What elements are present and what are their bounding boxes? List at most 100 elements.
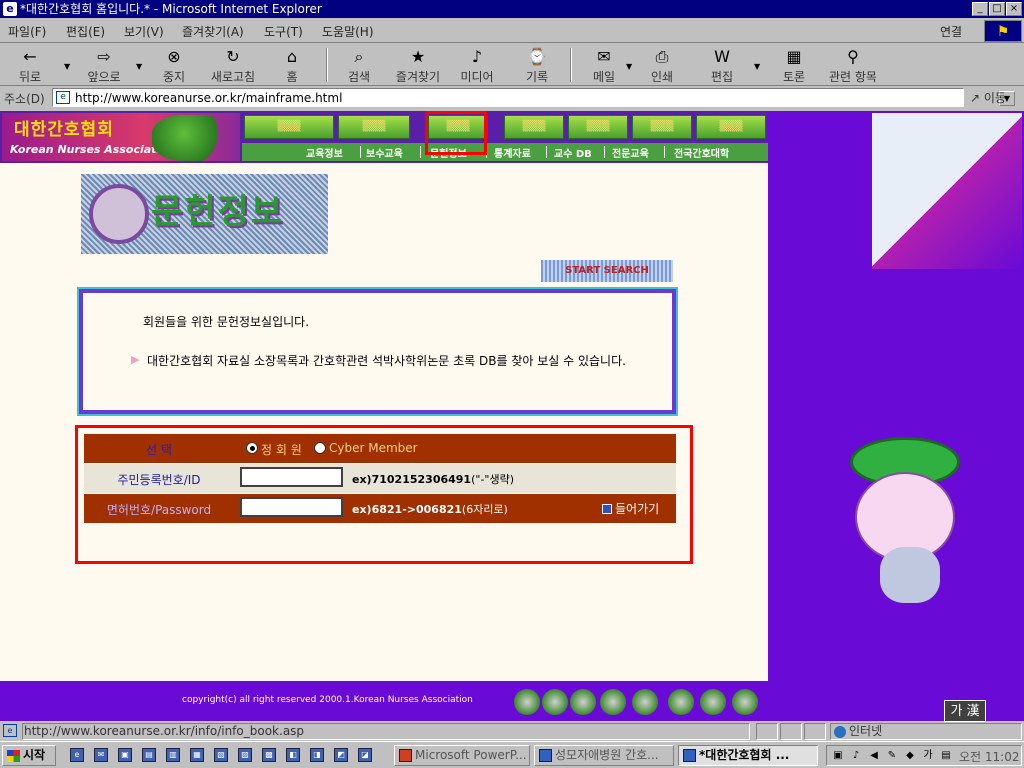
forward-button[interactable]: ⇨ 앞으로 [76,46,132,84]
quicklaunch-icon[interactable]: ◨ [310,748,324,762]
quicklaunch-icon[interactable]: ▨ [238,748,252,762]
id-input[interactable] [240,467,343,487]
display-icon[interactable]: ▤ [939,749,953,763]
edit-dropdown-icon[interactable]: ▼ [754,62,760,71]
start-button[interactable]: 시작 [2,745,56,766]
forward-arrow-icon: ⇨ [97,47,111,66]
quicklaunch-icon[interactable]: ▤ [142,748,156,762]
menu-tools[interactable]: 도구(T) [264,23,303,40]
quicklaunch-icon[interactable]: ▩ [262,748,276,762]
face-illustration-icon [89,184,149,244]
radio-cyber-member[interactable] [314,442,326,454]
password-input[interactable] [240,497,343,517]
mail-button[interactable]: ✉ 메일 [580,46,628,84]
mail-dropdown-icon[interactable]: ▼ [626,62,632,71]
subnav-statistics[interactable]: 통계자료 [494,145,531,160]
task-hospital[interactable]: 성모자애병원 간호... [534,745,674,766]
forward-dropdown-icon[interactable]: ▼ [136,62,142,71]
subnav-professor-db[interactable]: 교수 DB [554,145,592,160]
edit-button[interactable]: W 편집 [696,46,748,84]
subnav-continuing-ed[interactable]: 보수교육 [366,145,403,160]
quicklaunch-icon[interactable]: ▦ [190,748,204,762]
stop-button[interactable]: ⊗ 중지 [150,46,198,84]
footer-icon[interactable] [542,689,568,715]
nav-tab-2[interactable]: ▒▒▒ [338,115,410,139]
quicklaunch-icon[interactable]: ◩ [334,748,348,762]
menu-file[interactable]: 파일(F) [8,23,46,40]
footer-icon[interactable] [570,689,596,715]
quicklaunch-icon[interactable]: e [70,748,84,762]
footer-icon[interactable] [700,689,726,715]
quicklaunch-icon[interactable]: ◧ [286,748,300,762]
ime-tray-icon[interactable]: 가 [921,749,935,763]
history-button[interactable]: ⌚ 기록 [512,46,562,84]
task-powerpoint[interactable]: Microsoft PowerP... [394,745,530,766]
related-button[interactable]: ⚲ 관련 항목 [822,46,884,84]
refresh-button[interactable]: ↻ 새로고침 [204,46,262,84]
taskbar: 시작 e ✉ ▣ ▤ ▥ ▦ ▧ ▨ ▩ ◧ ◨ ◩ ◪ Microsoft P… [0,741,1024,768]
member-type-row: 선 택 정 회 원 Cyber Member [84,434,676,463]
mail-icon[interactable] [732,689,758,715]
close-button[interactable]: × [1006,2,1022,16]
back-dropdown-icon[interactable]: ▼ [64,62,70,71]
ie-icon: e [3,2,17,16]
menu-favorites[interactable]: 즐겨찾기(A) [182,23,244,40]
address-input[interactable]: e http://www.koreanurse.or.kr/mainframe.… [52,88,1015,107]
footer-icon[interactable] [668,689,694,715]
print-button[interactable]: ⎙ 인쇄 [638,46,686,84]
quicklaunch-icon[interactable]: ◪ [358,748,372,762]
discuss-icon: ▦ [786,47,802,66]
back-button[interactable]: ← 뒤로 [6,46,54,84]
nav-tab-4[interactable]: ▒▒▒ [504,115,564,139]
footer-icon[interactable] [632,689,658,715]
pen-icon[interactable]: ✎ [885,749,899,763]
subnav-nursing-colleges[interactable]: 전국간호대학 [674,145,729,160]
window-title-bar[interactable]: e *대한간호협회 홈입니다.* - Microsoft Internet Ex… [0,0,1024,18]
nav-tab-1[interactable]: ▒▒▒ [244,115,334,139]
quicklaunch-icon[interactable]: ▥ [166,748,180,762]
home-button[interactable]: ⌂ 홈 [268,46,316,84]
antivirus-icon[interactable]: ◆ [903,749,917,763]
nav-tab-5[interactable]: ▒▒▒ [568,115,628,139]
nav-tab-6[interactable]: ▒▒▒ [632,115,692,139]
quicklaunch-icon[interactable]: ✉ [94,748,108,762]
maximize-button[interactable]: □ [989,2,1005,16]
minimize-button[interactable]: _ [972,2,988,16]
volume-icon[interactable]: ♪ [849,749,863,763]
cyber-member-label: Cyber Member [329,441,418,455]
back-arrow-icon: ← [23,47,37,66]
speaker-icon[interactable]: ◀ [867,749,881,763]
search-button[interactable]: ⌕ 검색 [334,46,384,84]
radio-regular-member[interactable] [246,442,258,454]
ie-icon [683,749,696,762]
info-box: 회원들을 위한 문헌정보실입니다. ▶ 대한간호협회 자료실 소장목록과 간호학… [79,289,676,414]
favorites-button[interactable]: ★ 즐겨찾기 [388,46,448,84]
network-icon[interactable]: ▣ [831,749,845,763]
windows-flag-icon [7,750,20,762]
page-status-icon: e [3,724,17,737]
go-button[interactable]: ↗ 이동 [970,89,1006,106]
quicklaunch-icon[interactable]: ▧ [214,748,228,762]
start-search-button[interactable]: START SEARCH [541,260,673,282]
subnav-education[interactable]: 교육정보 [306,145,343,160]
discuss-button[interactable]: ▦ 토론 [770,46,818,84]
media-button[interactable]: ♪ 미디어 [452,46,502,84]
id-hint: ex)7102152306491("-"생략) [352,473,515,486]
section-title-image: 문헌정보 [81,174,328,254]
address-bar: 주소(D) e http://www.koreanurse.or.kr/main… [0,87,1024,109]
nav-tab-7[interactable]: ▒▒▒ [696,115,766,139]
footer-icon[interactable] [600,689,626,715]
menu-view[interactable]: 보기(V) [124,23,164,40]
menu-edit[interactable]: 편집(E) [66,23,105,40]
history-icon: ⌚ [527,47,547,66]
site-logo[interactable]: 대한간호협회 Korean Nurses Association [2,113,240,161]
subnav-specialist-ed[interactable]: 전문교육 [612,145,649,160]
enter-button[interactable]: 들어가기 [602,500,659,517]
related-icon: ⚲ [847,47,859,66]
menu-bar: 파일(F) 편집(E) 보기(V) 즐겨찾기(A) 도구(T) 도움말(H) 연… [0,19,1024,43]
ime-indicator[interactable]: 가 漢 [944,700,986,722]
quicklaunch-icon[interactable]: ▣ [118,748,132,762]
task-ie-active[interactable]: *대한간호협회 ... [678,745,818,766]
menu-help[interactable]: 도움말(H) [322,23,374,40]
footer-icon[interactable] [514,689,540,715]
